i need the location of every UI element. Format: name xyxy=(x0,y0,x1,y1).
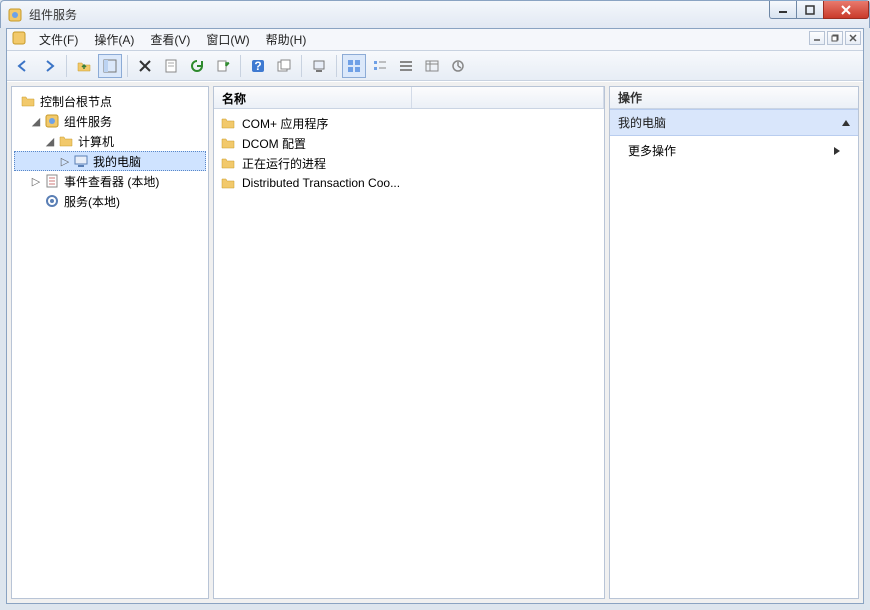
eventlog-icon xyxy=(44,173,60,189)
folder-icon xyxy=(220,155,236,171)
mdi-close-button[interactable] xyxy=(845,31,861,45)
computer-icon xyxy=(73,153,89,169)
list-item[interactable]: DCOM 配置 xyxy=(216,133,602,153)
list-item-label: COM+ 应用程序 xyxy=(242,115,328,132)
tree-computers[interactable]: ◢ 计算机 xyxy=(14,131,206,151)
toolbar: ? xyxy=(7,51,863,81)
tree-root[interactable]: 控制台根节点 xyxy=(14,91,206,111)
tree-body[interactable]: 控制台根节点 ◢ 组件服务 ◢ 计算机 ▷ 我 xyxy=(12,87,208,598)
tree-label: 计算机 xyxy=(78,133,114,150)
toolbar-separator xyxy=(336,55,337,77)
folder-icon xyxy=(220,115,236,131)
list-item-label: Distributed Transaction Coo... xyxy=(242,176,400,190)
refresh-button[interactable] xyxy=(185,54,209,78)
client-area: 文件(F) 操作(A) 查看(V) 窗口(W) 帮助(H) ? xyxy=(6,28,864,604)
view-list-button[interactable] xyxy=(394,54,418,78)
list-item[interactable]: 正在运行的进程 xyxy=(216,153,602,173)
mdi-restore-button[interactable] xyxy=(827,31,843,45)
tree-label: 控制台根节点 xyxy=(40,93,112,110)
window-title: 组件服务 xyxy=(29,6,77,23)
actions-section-header[interactable]: 我的电脑 xyxy=(610,109,858,136)
delete-button[interactable] xyxy=(133,54,157,78)
new-window-button[interactable] xyxy=(272,54,296,78)
menu-file[interactable]: 文件(F) xyxy=(31,29,86,50)
view-detail-button[interactable] xyxy=(420,54,444,78)
toolbar-separator xyxy=(127,55,128,77)
nav-forward-button[interactable] xyxy=(37,54,61,78)
menubar: 文件(F) 操作(A) 查看(V) 窗口(W) 帮助(H) xyxy=(7,29,863,51)
expand-icon[interactable]: ▷ xyxy=(59,155,71,168)
app-window: 组件服务 文件(F) 操作(A) 查看(V) 窗口(W) 帮助(H) xyxy=(0,0,870,610)
list-header: 名称 xyxy=(214,87,604,109)
folder-icon xyxy=(58,133,74,149)
window-buttons xyxy=(770,1,869,28)
tree-label: 我的电脑 xyxy=(93,153,141,170)
collapse-icon[interactable]: ◢ xyxy=(30,115,42,128)
actions-panel: 操作 我的电脑 更多操作 xyxy=(609,86,859,599)
actions-item-label: 更多操作 xyxy=(628,142,676,159)
svg-text:?: ? xyxy=(254,59,261,73)
titlebar: 组件服务 xyxy=(0,0,870,28)
list-item[interactable]: COM+ 应用程序 xyxy=(216,113,602,133)
close-button[interactable] xyxy=(823,1,869,19)
collapse-icon[interactable]: ◢ xyxy=(44,135,56,148)
list-item[interactable]: Distributed Transaction Coo... xyxy=(216,173,602,193)
up-button[interactable] xyxy=(72,54,96,78)
view-large-button[interactable] xyxy=(342,54,366,78)
tree-label: 事件查看器 (本地) xyxy=(64,173,159,190)
actions-header: 操作 xyxy=(610,87,858,109)
menu-action[interactable]: 操作(A) xyxy=(86,29,142,50)
folder-icon xyxy=(220,135,236,151)
tree-my-computer[interactable]: ▷ 我的电脑 xyxy=(14,151,206,171)
tree-panel: 控制台根节点 ◢ 组件服务 ◢ 计算机 ▷ 我 xyxy=(11,86,209,599)
column-spacer xyxy=(412,87,604,108)
main-area: 控制台根节点 ◢ 组件服务 ◢ 计算机 ▷ 我 xyxy=(7,82,863,603)
collapse-up-icon xyxy=(842,120,850,126)
component-icon xyxy=(44,113,60,129)
tree-event-viewer[interactable]: ▷ 事件查看器 (本地) xyxy=(14,171,206,191)
actions-body: 我的电脑 更多操作 xyxy=(610,109,858,598)
column-name[interactable]: 名称 xyxy=(214,87,412,108)
actions-more-item[interactable]: 更多操作 xyxy=(610,136,858,165)
view-status-button[interactable] xyxy=(446,54,470,78)
tree-services[interactable]: 服务(本地) xyxy=(14,191,206,211)
toolbar-separator xyxy=(240,55,241,77)
list-panel: 名称 COM+ 应用程序 DCOM 配置 正在运行的进程 xyxy=(213,86,605,599)
list-item-label: DCOM 配置 xyxy=(242,135,306,152)
export-button[interactable] xyxy=(211,54,235,78)
tree-label: 服务(本地) xyxy=(64,193,120,210)
folder-icon xyxy=(220,175,236,191)
help-button[interactable]: ? xyxy=(246,54,270,78)
chevron-right-icon xyxy=(834,147,840,155)
nav-back-button[interactable] xyxy=(11,54,35,78)
show-tree-button[interactable] xyxy=(98,54,122,78)
actions-section-label: 我的电脑 xyxy=(618,114,666,131)
folder-icon xyxy=(20,93,36,109)
minimize-button[interactable] xyxy=(769,1,797,19)
properties-button[interactable] xyxy=(159,54,183,78)
list-item-label: 正在运行的进程 xyxy=(242,155,326,172)
maximize-button[interactable] xyxy=(796,1,824,19)
tree-label: 组件服务 xyxy=(64,113,112,130)
toolbar-separator xyxy=(301,55,302,77)
mdi-icon xyxy=(11,30,27,49)
menu-help[interactable]: 帮助(H) xyxy=(258,29,315,50)
tree-component-services[interactable]: ◢ 组件服务 xyxy=(14,111,206,131)
expand-icon[interactable]: ▷ xyxy=(30,175,42,188)
app-icon xyxy=(7,7,23,23)
toolbar-separator xyxy=(66,55,67,77)
menu-view[interactable]: 查看(V) xyxy=(142,29,198,50)
list-body[interactable]: COM+ 应用程序 DCOM 配置 正在运行的进程 Distributed Tr… xyxy=(214,109,604,598)
view-small-button[interactable] xyxy=(368,54,392,78)
menu-window[interactable]: 窗口(W) xyxy=(198,29,257,50)
computer-button[interactable] xyxy=(307,54,331,78)
mdi-minimize-button[interactable] xyxy=(809,31,825,45)
gear-icon xyxy=(44,193,60,209)
